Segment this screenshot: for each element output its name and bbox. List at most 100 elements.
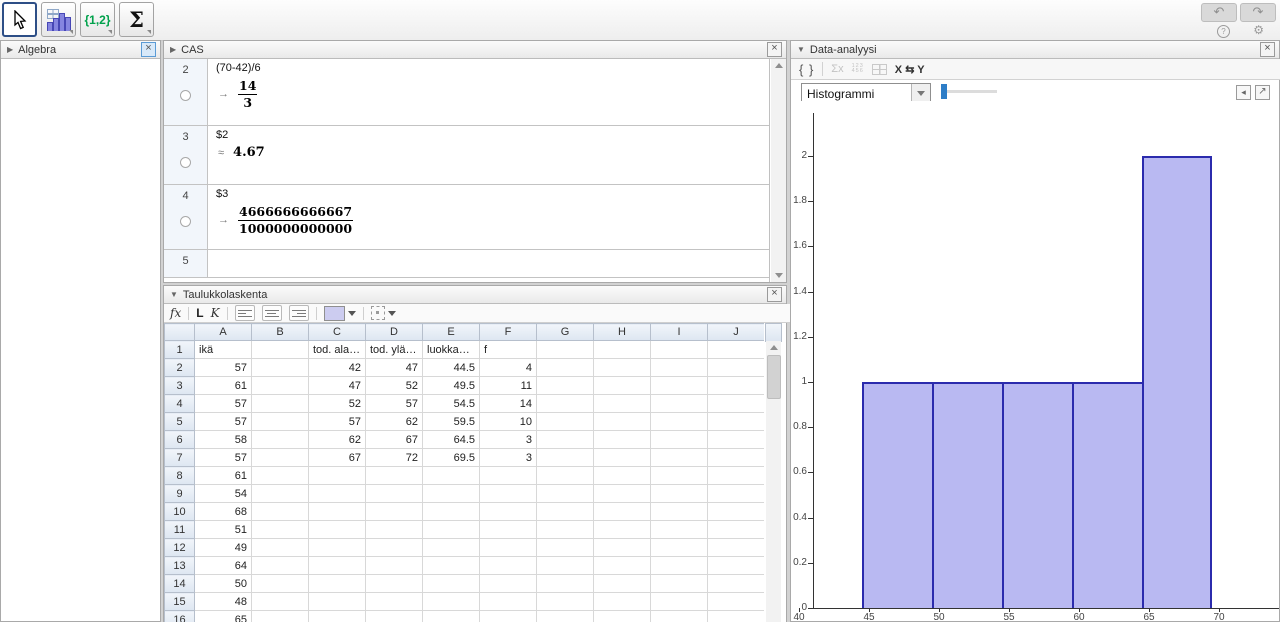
sheet-cell[interactable] [366, 467, 423, 485]
sheet-cell[interactable] [423, 575, 480, 593]
sheet-cell[interactable] [537, 395, 594, 413]
sheet-cell[interactable] [651, 521, 708, 539]
sheet-cell[interactable]: 11 [480, 377, 537, 395]
sheet-cell[interactable] [252, 575, 309, 593]
sheet-cell[interactable]: f [480, 341, 537, 359]
sheet-cell[interactable] [480, 611, 537, 622]
sheet-cell[interactable]: ikä [195, 341, 252, 359]
sheet-cell[interactable]: 61 [195, 467, 252, 485]
sheet-cell[interactable]: luokkake... [423, 341, 480, 359]
sheet-column-header[interactable]: B [252, 324, 309, 341]
sheet-cell[interactable] [594, 467, 651, 485]
sheet-cell[interactable] [252, 503, 309, 521]
sheet-cell[interactable]: tod. yläraja [366, 341, 423, 359]
sheet-cell[interactable] [252, 467, 309, 485]
cas-cell[interactable]: (70-42)/6→143 [208, 59, 769, 125]
selection-braces-icon[interactable]: { } [799, 62, 814, 77]
sheet-cell[interactable] [594, 503, 651, 521]
sheet-cell[interactable] [537, 539, 594, 557]
close-icon[interactable]: × [141, 42, 156, 57]
sheet-row-header[interactable]: 10 [165, 503, 195, 521]
sheet-corner-cell[interactable] [165, 324, 195, 341]
sheet-cell[interactable] [252, 593, 309, 611]
sheet-cell[interactable] [537, 611, 594, 622]
sheet-cell[interactable] [594, 341, 651, 359]
sheet-cell[interactable] [423, 593, 480, 611]
cas-row-radio-icon[interactable] [180, 157, 191, 168]
italic-button[interactable]: K [211, 306, 220, 320]
sheet-cell[interactable] [252, 539, 309, 557]
collapse-triangle-icon[interactable]: ▼ [170, 290, 178, 299]
sheet-cell[interactable] [594, 557, 651, 575]
sheet-cell[interactable] [423, 611, 480, 622]
sheet-cell[interactable] [537, 359, 594, 377]
sheet-row-header[interactable]: 8 [165, 467, 195, 485]
sheet-cell[interactable] [537, 431, 594, 449]
close-icon[interactable]: × [767, 287, 782, 302]
sheet-cell[interactable]: 61 [195, 377, 252, 395]
sheet-cell[interactable]: 14 [480, 395, 537, 413]
scroll-down-icon[interactable] [775, 273, 783, 278]
sheet-row-header[interactable]: 13 [165, 557, 195, 575]
scrollbar-thumb[interactable] [767, 355, 781, 399]
sheet-cell[interactable] [708, 449, 765, 467]
sheet-cell[interactable] [309, 539, 366, 557]
sheet-cell[interactable] [309, 485, 366, 503]
sheet-cell[interactable] [366, 485, 423, 503]
sheet-cell[interactable]: 47 [309, 377, 366, 395]
sheet-cell[interactable] [252, 449, 309, 467]
sheet-cell[interactable] [252, 521, 309, 539]
sheet-cell[interactable]: 59.5 [423, 413, 480, 431]
sheet-cell[interactable]: 52 [309, 395, 366, 413]
scroll-up-icon[interactable] [775, 63, 783, 68]
sheet-cell[interactable] [423, 485, 480, 503]
cas-row[interactable]: 4$3→46666666666671000000000000 [164, 185, 769, 250]
bold-button[interactable]: L [196, 306, 203, 320]
align-left-icon[interactable] [235, 305, 255, 321]
sheet-cell[interactable] [594, 575, 651, 593]
sheet-cell[interactable]: 42 [309, 359, 366, 377]
sheet-cell[interactable] [309, 575, 366, 593]
sheet-cell[interactable] [708, 575, 765, 593]
sheet-cell[interactable]: 62 [366, 413, 423, 431]
sheet-cell[interactable] [252, 611, 309, 622]
collapse-triangle-icon[interactable]: ▶ [170, 45, 176, 54]
sheet-row-header[interactable]: 6 [165, 431, 195, 449]
sheet-cell[interactable]: 69.5 [423, 449, 480, 467]
sheet-cell[interactable] [708, 503, 765, 521]
sheet-cell[interactable]: 57 [309, 413, 366, 431]
sheet-cell[interactable] [366, 521, 423, 539]
sheet-cell[interactable] [651, 341, 708, 359]
one-variable-analysis-tool-button[interactable] [41, 2, 76, 37]
move-tool-button[interactable] [2, 2, 37, 37]
sheet-cell[interactable] [594, 611, 651, 622]
sheet-cell[interactable] [594, 377, 651, 395]
function-fx-button[interactable]: fx [170, 306, 181, 320]
sheet-cell[interactable] [309, 467, 366, 485]
sheet-cell[interactable]: 64.5 [423, 431, 480, 449]
sheet-cell[interactable] [480, 539, 537, 557]
sheet-cell[interactable] [480, 557, 537, 575]
spreadsheet-vertical-scrollbar[interactable] [766, 341, 781, 622]
sheet-cell[interactable] [708, 359, 765, 377]
sheet-cell[interactable]: 51 [195, 521, 252, 539]
sheet-cell[interactable] [594, 431, 651, 449]
help-icon[interactable]: ? [1217, 25, 1230, 38]
sheet-cell[interactable] [423, 503, 480, 521]
sheet-row-header[interactable]: 7 [165, 449, 195, 467]
sheet-cell[interactable] [252, 395, 309, 413]
sheet-cell[interactable] [366, 611, 423, 622]
sheet-cell[interactable]: 44.5 [423, 359, 480, 377]
sheet-column-header[interactable]: H [594, 324, 651, 341]
sheet-cell[interactable]: 54 [195, 485, 252, 503]
sheet-cell[interactable]: 47 [366, 359, 423, 377]
sheet-cell[interactable] [309, 611, 366, 622]
sheet-cell[interactable] [708, 485, 765, 503]
sum-tool-button[interactable]: Σ [119, 2, 154, 37]
collapse-triangle-icon[interactable]: ▶ [7, 45, 13, 54]
sheet-cell[interactable] [708, 341, 765, 359]
sheet-cell[interactable]: 4 [480, 359, 537, 377]
collapse-panel-icon[interactable]: ◂ [1236, 85, 1251, 100]
sheet-cell[interactable] [252, 413, 309, 431]
sheet-cell[interactable] [708, 557, 765, 575]
